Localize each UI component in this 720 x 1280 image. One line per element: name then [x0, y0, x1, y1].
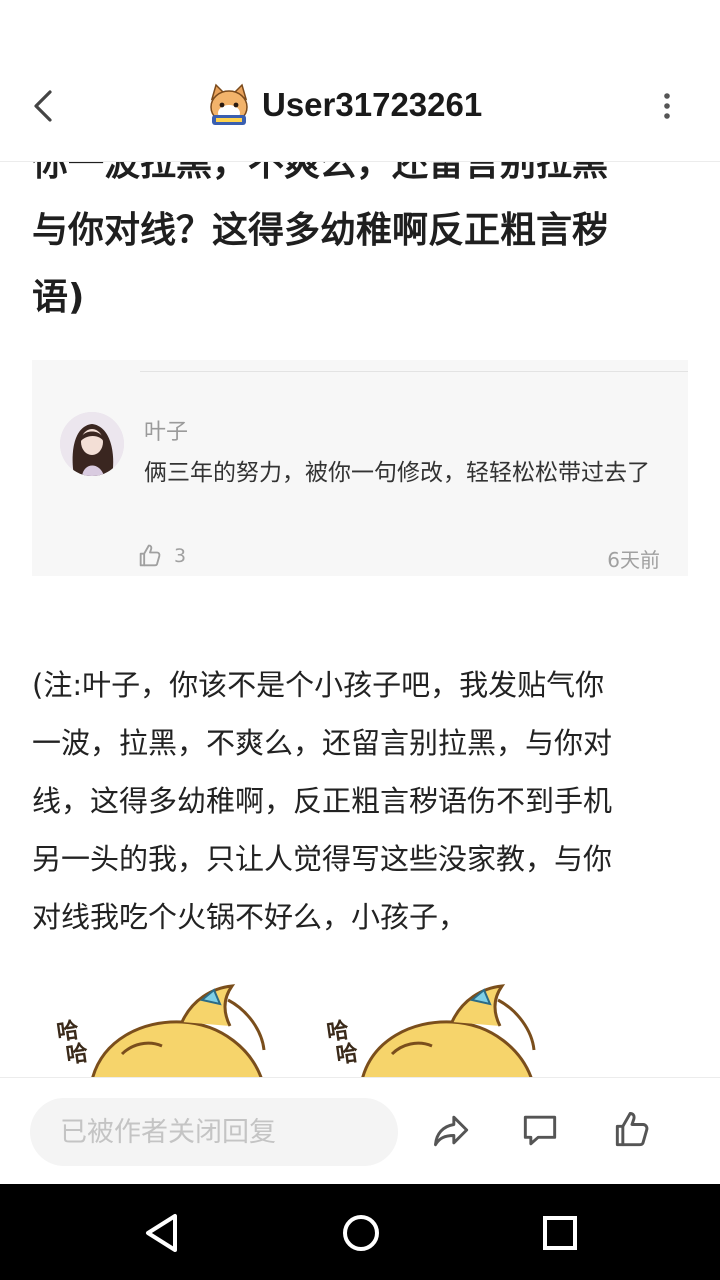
chevron-left-icon: [34, 90, 52, 122]
reply-input[interactable]: [30, 1098, 398, 1166]
nav-home-button[interactable]: [336, 1208, 386, 1258]
comment-like-button[interactable]: 3: [136, 542, 186, 570]
comment-button[interactable]: [518, 1108, 562, 1152]
top-app-bar: User31723261: [0, 50, 720, 162]
thumbs-up-icon: [615, 1112, 649, 1147]
nav-back-button[interactable]: [138, 1208, 188, 1258]
share-button[interactable]: [430, 1108, 474, 1152]
avatar[interactable]: [60, 412, 124, 476]
heading-line: 与你对线？这得多幼稚啊反正粗言秽: [32, 210, 609, 251]
thumbs-up-icon: [139, 544, 161, 567]
bottom-action-bar: [0, 1077, 720, 1185]
body-line: 线，这得多幼稚啊，反正粗言秽语伤不到手机: [32, 784, 613, 818]
like-count: 3: [174, 545, 187, 567]
comment-text: 俩三年的努力，被你一句修改，轻轻松松带过去了: [144, 460, 650, 486]
nav-recents-button[interactable]: [535, 1208, 585, 1258]
nav-recents-icon: [543, 1216, 577, 1250]
post-body-text: (注:叶子，你该不是个小孩子吧，我发贴气你 一波，拉黑，不爽么，还留言别拉黑，与…: [32, 656, 692, 946]
body-line: 对线我吃个火锅不好么，小孩子，: [32, 900, 468, 934]
sticker-image[interactable]: 哈哈: [322, 980, 562, 1077]
sticker-image[interactable]: 哈哈: [52, 980, 292, 1077]
status-bar: [0, 0, 720, 50]
back-button[interactable]: [20, 78, 68, 134]
body-line: (注:叶子，你该不是个小孩子吧，我发贴气你: [32, 668, 605, 702]
body-line: 一波，拉黑，不爽么，还留言别拉黑，与你对: [32, 726, 613, 760]
comment-author[interactable]: 叶子: [144, 414, 188, 446]
nav-back-icon: [146, 1214, 177, 1252]
quoted-comment[interactable]: 叶子 俩三年的努力，被你一句修改，轻轻松松带过去了 3 6天前: [32, 360, 688, 576]
divider: [140, 371, 688, 372]
comment-icon: [523, 1115, 557, 1146]
more-vertical-icon: [664, 93, 670, 119]
more-options-button[interactable]: [650, 86, 684, 126]
post-content[interactable]: 你一波拉黑，不爽么，还留言别拉黑 与你对线？这得多幼稚啊反正粗言秽 语) 叶子 …: [0, 50, 720, 1077]
cat-avatar-icon: [210, 83, 248, 125]
body-line: 另一头的我，只让人觉得写这些没家教，与你: [32, 842, 613, 876]
heading-line: 语): [32, 277, 85, 318]
nav-home-icon: [343, 1215, 379, 1251]
sticker-text: 哈哈: [325, 1016, 360, 1069]
like-button[interactable]: [610, 1108, 654, 1152]
page-title[interactable]: User31723261: [262, 80, 482, 130]
sticker-text: 哈哈: [55, 1016, 90, 1069]
share-icon: [434, 1115, 469, 1147]
system-navigation-bar: [0, 1184, 720, 1280]
comment-time: 6天前: [607, 548, 660, 572]
avatar[interactable]: [206, 83, 252, 129]
